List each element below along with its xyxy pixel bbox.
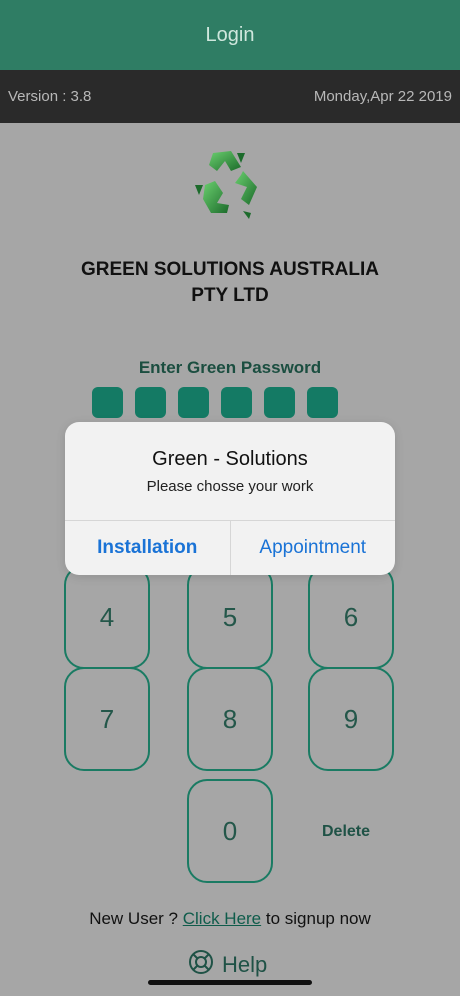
dialog-message: Please chosse your work — [146, 478, 314, 495]
pin-dot — [178, 387, 209, 418]
pin-dot — [92, 387, 123, 418]
dialog-actions: Installation Appointment — [65, 520, 395, 575]
header-bar: Login — [0, 0, 460, 70]
pin-dot — [307, 387, 338, 418]
dialog-title: Green - Solutions — [152, 448, 308, 470]
work-choice-dialog: Green - Solutions Please chosse your wor… — [65, 422, 395, 575]
info-bar: Version : 3.8 Monday,Apr 22 2019 — [0, 70, 460, 123]
installation-button[interactable]: Installation — [65, 521, 231, 575]
company-name-line2: PTY LTD — [191, 285, 269, 306]
signup-link[interactable]: Click Here — [183, 909, 261, 928]
keypad-9[interactable]: 9 — [308, 667, 394, 771]
keypad-4[interactable]: 4 — [64, 565, 150, 669]
signup-line: New User ? Click Here to signup now — [0, 909, 460, 929]
pin-dot — [221, 387, 252, 418]
pin-dot — [135, 387, 166, 418]
signup-suffix: to signup now — [261, 909, 371, 928]
keypad-7[interactable]: 7 — [64, 667, 150, 771]
keypad-0[interactable]: 0 — [187, 779, 273, 883]
date-text: Monday,Apr 22 2019 — [313, 88, 452, 105]
appointment-button[interactable]: Appointment — [231, 521, 396, 575]
pin-indicator-row — [92, 387, 338, 418]
password-label: Enter Green Password — [138, 358, 322, 377]
page-title: Login — [205, 23, 255, 46]
company-name-line1: GREEN SOLUTIONS AUSTRALIA — [80, 259, 380, 280]
help-label: Help — [222, 952, 268, 977]
keypad-5[interactable]: 5 — [187, 565, 273, 669]
pin-dot — [264, 387, 295, 418]
version-text: Version : 3.8 — [8, 88, 92, 105]
company-name: GREEN SOLUTIONS AUSTRALIA PTY LTD — [40, 257, 420, 309]
signup-prefix: New User ? — [89, 909, 183, 928]
home-indicator — [148, 980, 312, 985]
recycle-icon — [193, 141, 267, 227]
help-button[interactable]: Help — [188, 949, 267, 981]
lifebuoy-icon — [188, 949, 214, 981]
keypad-8[interactable]: 8 — [187, 667, 273, 771]
keypad-6[interactable]: 6 — [308, 565, 394, 669]
delete-button[interactable]: Delete — [322, 823, 370, 841]
